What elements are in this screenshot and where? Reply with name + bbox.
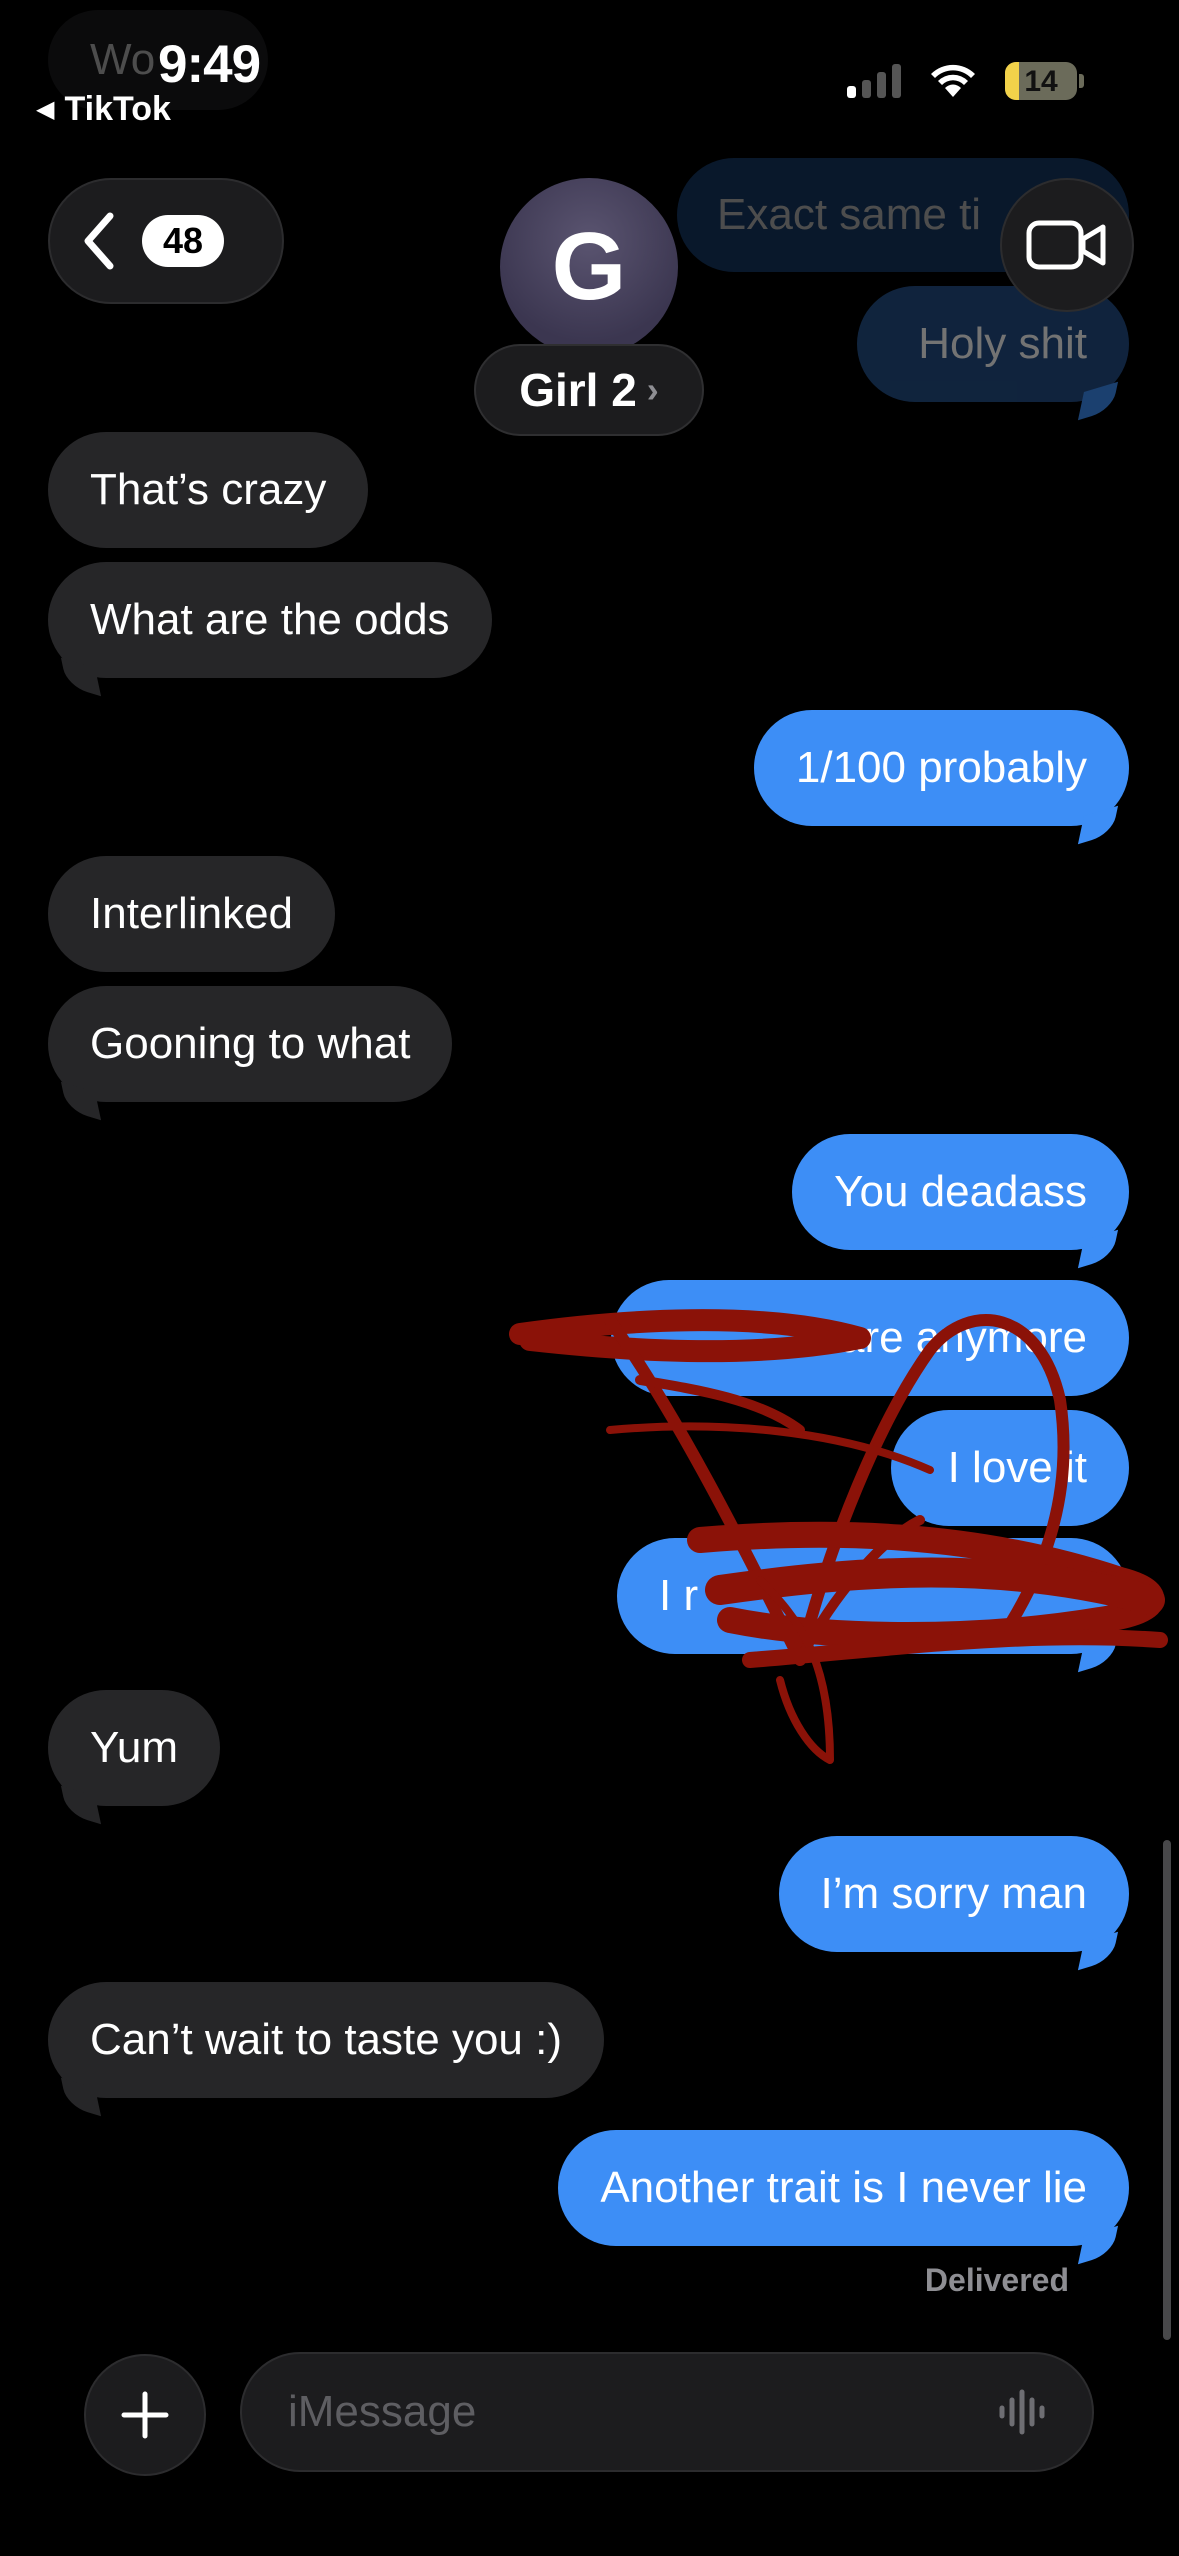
battery-level: 14 (1024, 65, 1058, 98)
message-bubble-outgoing-redacted[interactable]: I r (617, 1538, 1129, 1654)
message-bubble-outgoing-redacted[interactable]: care anymore (611, 1280, 1129, 1396)
wifi-icon (931, 64, 975, 97)
back-app-label: TikTok (64, 90, 171, 128)
chevron-left-icon (84, 212, 114, 270)
message-input-container[interactable] (240, 2352, 1094, 2472)
message-input[interactable] (286, 2386, 996, 2438)
contact-name-button[interactable]: Girl 2 › (474, 344, 704, 436)
status-indicators: 14 (847, 62, 1084, 100)
back-to-app-link[interactable]: ◀ TikTok (36, 90, 171, 129)
message-bubble-outgoing[interactable]: I’m sorry man (778, 1836, 1129, 1952)
messages-screen: Wo Exact same ti Holy shit 9:49 ◀ TikTok … (0, 0, 1179, 2556)
message-bubble-incoming[interactable]: Yum (48, 1690, 221, 1806)
message-bubble-incoming[interactable]: Can’t wait to taste you :) (48, 1982, 604, 2098)
plus-icon (121, 2391, 169, 2439)
message-bubble-outgoing[interactable]: You deadass (792, 1134, 1129, 1250)
avatar-initial: G (551, 213, 627, 320)
back-button[interactable]: 48 (48, 178, 284, 304)
cellular-signal-icon (847, 64, 901, 98)
message-bubble-incoming[interactable]: That’s crazy (48, 432, 369, 548)
status-time: 9:49 (158, 35, 261, 94)
chevron-right-icon: › (646, 369, 659, 410)
message-bubble-outgoing[interactable]: Another trait is I never lie (558, 2130, 1129, 2246)
contact-name: Girl 2 (519, 364, 637, 416)
apps-plus-button[interactable] (84, 2354, 206, 2476)
video-camera-icon (1026, 220, 1106, 270)
scrollbar[interactable] (1163, 1840, 1171, 2340)
audio-waveform-icon[interactable] (996, 2388, 1048, 2436)
delivered-status: Delivered (924, 2262, 1069, 2298)
message-bubble-outgoing[interactable]: 1/100 probably (753, 710, 1129, 826)
facetime-video-button[interactable] (1000, 178, 1134, 312)
message-bubble-outgoing-redacted[interactable]: I love it (891, 1410, 1129, 1526)
message-bubble-incoming[interactable]: What are the odds (48, 562, 492, 678)
contact-avatar[interactable]: G (500, 178, 678, 356)
message-bubble-incoming[interactable]: Gooning to what (48, 986, 453, 1102)
back-triangle-icon: ◀ (36, 96, 55, 123)
unread-count-badge: 48 (142, 215, 224, 267)
message-bubble-incoming[interactable]: Interlinked (48, 856, 336, 972)
battery-icon: 14 (1005, 62, 1077, 100)
